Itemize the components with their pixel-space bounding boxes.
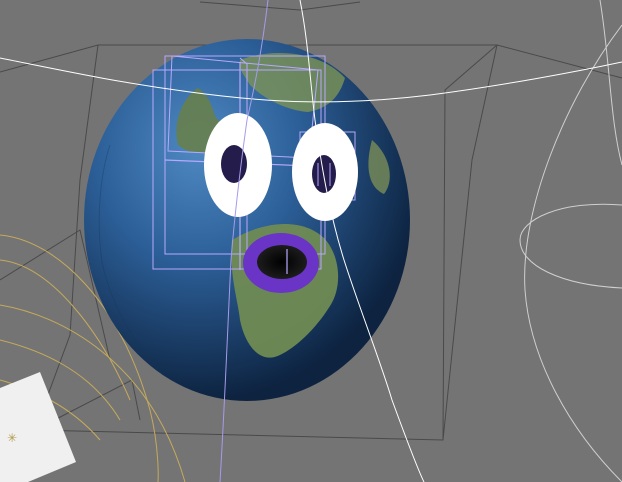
scene-canvas[interactable]: ✳ xyxy=(0,0,622,482)
3d-viewport[interactable]: ✳ xyxy=(0,0,622,482)
sun-icon: ✳ xyxy=(7,431,17,445)
mouth[interactable] xyxy=(243,233,319,293)
mouth-opening[interactable] xyxy=(257,245,307,279)
